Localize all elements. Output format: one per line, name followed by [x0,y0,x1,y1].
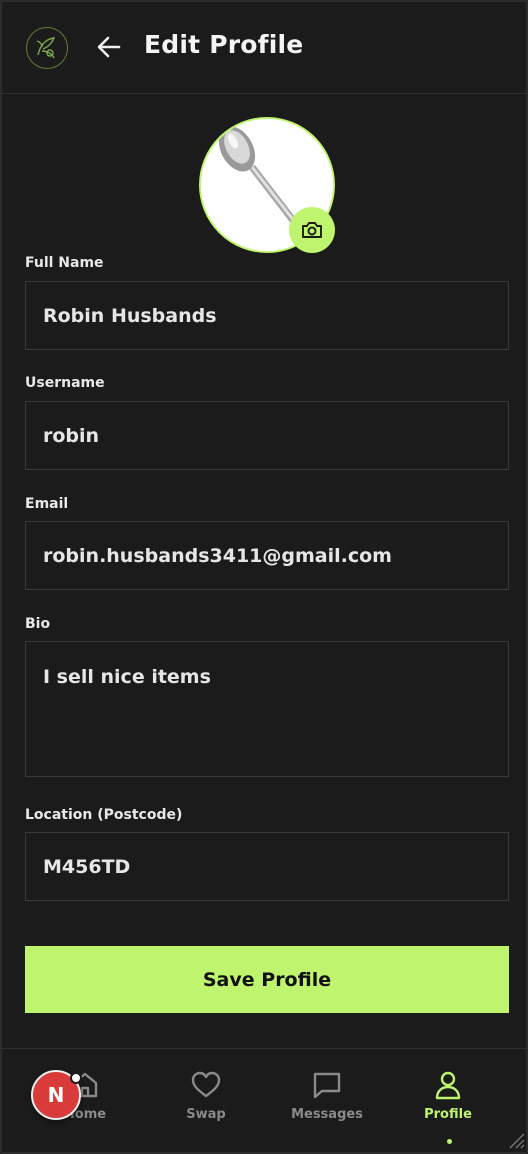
location-input[interactable]: M456TD [25,832,509,901]
nav-label-swap: Swap [186,1107,226,1122]
app-logo-icon [26,27,68,69]
location-label: Location (Postcode) [25,807,183,823]
message-icon [313,1072,341,1099]
nav-item-profile[interactable]: Profile [393,1069,503,1139]
back-arrow-icon[interactable] [94,32,124,62]
bio-textarea[interactable]: I sell nice items [25,641,509,777]
username-input[interactable]: robin [25,401,509,470]
email-input[interactable]: robin.husbands3411@gmail.com [25,521,509,590]
nav-item-messages[interactable]: Messages [272,1069,382,1139]
save-profile-button[interactable]: Save Profile [25,946,509,1013]
change-photo-button[interactable] [289,207,335,253]
email-label: Email [25,496,69,512]
nav-label-profile: Profile [424,1107,472,1122]
user-icon [435,1071,461,1100]
page-title: Edit Profile [144,30,304,59]
notification-dot [70,1072,82,1084]
heart-icon [191,1071,221,1098]
full-name-label: Full Name [25,255,104,271]
active-indicator [447,1139,452,1144]
nav-label-messages: Messages [291,1107,363,1122]
resize-handle-icon[interactable] [506,1130,526,1150]
top-bar: Edit Profile [0,0,528,94]
nav-item-swap[interactable]: Swap [151,1069,261,1139]
camera-icon [302,222,322,238]
username-label: Username [25,375,105,391]
bio-label: Bio [25,616,51,632]
full-name-input[interactable]: Robin Husbands [25,281,509,350]
